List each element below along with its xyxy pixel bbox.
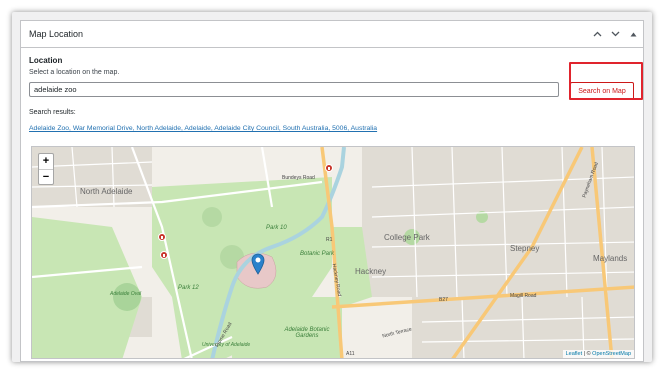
hospital-poi-icon[interactable] <box>158 233 166 241</box>
label-r1: R1 <box>326 237 333 243</box>
label-college-park: College Park <box>384 233 430 242</box>
label-park-12: Park 12 <box>178 285 199 291</box>
label-park-10: Park 10 <box>266 225 287 231</box>
hospital-poi-icon[interactable] <box>160 251 168 259</box>
map-location-panel: Map Location Location Select a location … <box>20 20 644 362</box>
hospital-poi-icon[interactable] <box>325 164 333 172</box>
move-up-button[interactable] <box>589 26 605 42</box>
label-botanic-park: Botanic Park <box>300 251 335 257</box>
label-university: University of Adelaide <box>202 342 251 348</box>
location-description: Select a location on the map. <box>29 69 120 76</box>
chevron-down-icon <box>611 31 619 37</box>
panel-title: Map Location <box>29 29 84 39</box>
label-b27: B27 <box>439 297 448 303</box>
search-on-map-button[interactable]: Search on Map <box>570 82 634 100</box>
zoom-out-button[interactable]: − <box>39 169 53 184</box>
attribution-separator: | © <box>582 351 593 357</box>
map-view[interactable]: North Adelaide College Park Hackney Step… <box>31 146 635 359</box>
label-botanic-gardens: Adelaide Botanic Gardens <box>284 327 330 339</box>
screenshot-frame: Map Location Location Select a location … <box>12 12 652 362</box>
zoom-in-button[interactable]: + <box>39 154 53 169</box>
toggle-panel-button[interactable] <box>625 26 641 42</box>
triangle-up-icon <box>630 32 636 36</box>
label-adelaide-oval: Adelaide Oval <box>110 291 142 297</box>
location-search-input[interactable] <box>29 82 559 97</box>
chevron-up-icon <box>593 31 601 37</box>
leaflet-link[interactable]: Leaflet <box>566 351 583 357</box>
label-hackney: Hackney <box>355 267 387 276</box>
move-down-button[interactable] <box>607 26 623 42</box>
label-bundeys-road: Bundeys Road <box>282 175 315 181</box>
label-stepney: Stepney <box>510 244 540 253</box>
search-results-label: Search results: <box>29 109 76 116</box>
panel-header: Map Location <box>21 21 643 48</box>
label-north-adelaide: North Adelaide <box>80 187 133 196</box>
zoom-control: + − <box>38 153 54 185</box>
label-magill-road: Magill Road <box>510 293 537 299</box>
openstreetmap-link[interactable]: OpenStreetMap <box>592 351 631 357</box>
location-marker-icon[interactable] <box>251 253 265 275</box>
label-a11: A11 <box>346 351 355 357</box>
map-attribution: Leaflet | © OpenStreetMap <box>562 350 634 358</box>
location-label: Location <box>29 56 63 65</box>
label-maylands: Maylands <box>593 254 628 263</box>
search-result-link[interactable]: Adelaide Zoo, War Memorial Drive, North … <box>29 125 377 132</box>
